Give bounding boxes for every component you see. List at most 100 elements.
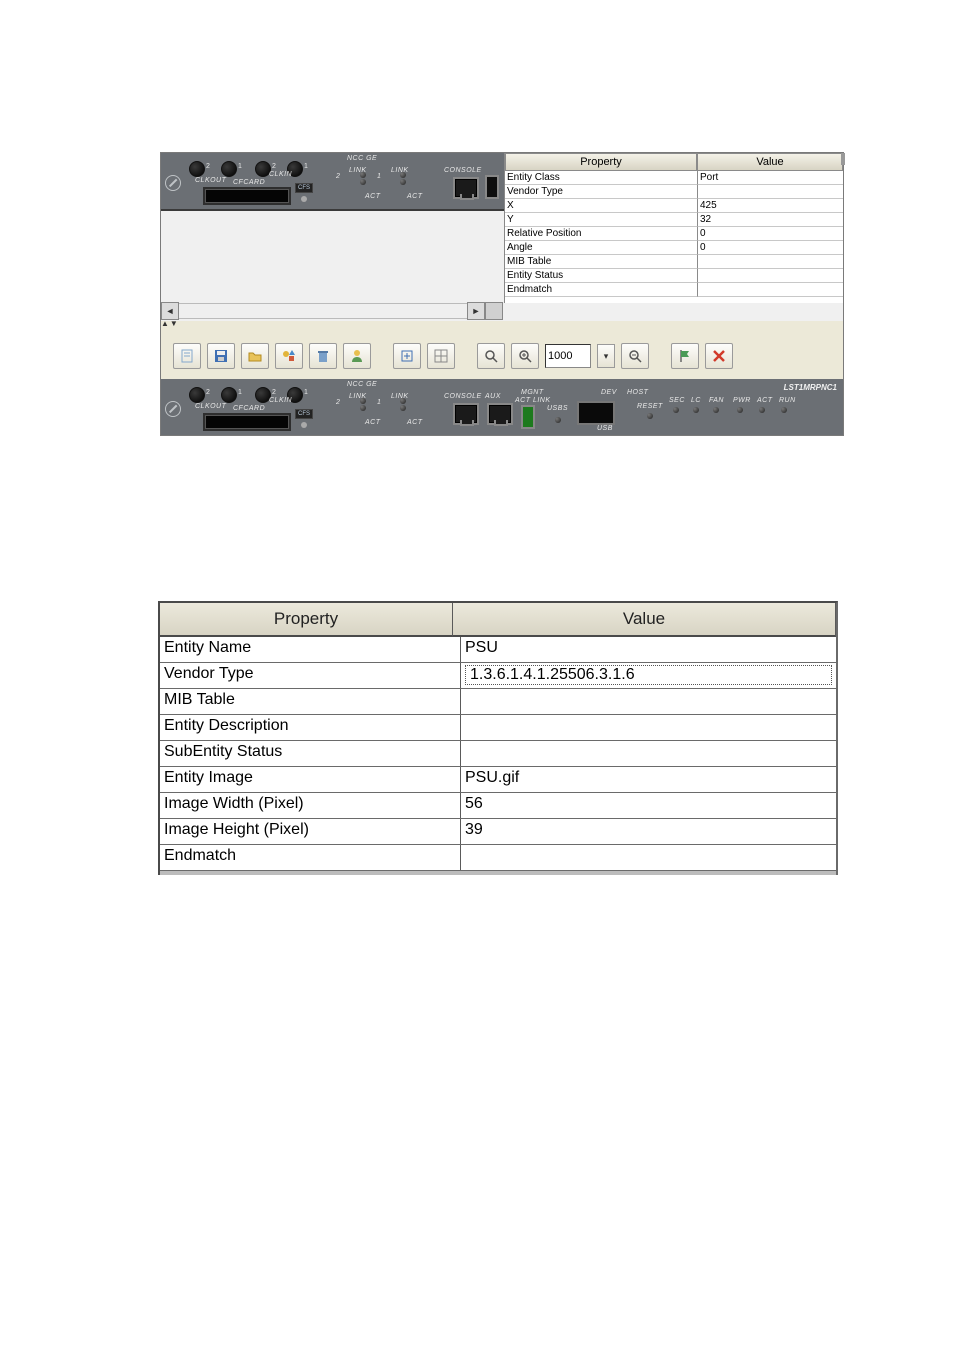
value-cell[interactable] bbox=[698, 185, 843, 199]
prop-cell: Image Height (Pixel) bbox=[160, 819, 461, 844]
prop-cell: Vendor Type bbox=[160, 663, 461, 688]
value-cell[interactable]: 425 bbox=[698, 199, 843, 213]
console-port-b bbox=[453, 403, 479, 425]
aux-port-edge bbox=[485, 175, 499, 199]
aux-port-b bbox=[487, 403, 513, 425]
zoom-input[interactable] bbox=[545, 344, 591, 368]
led-run bbox=[781, 407, 787, 413]
magnify-button[interactable] bbox=[477, 343, 505, 369]
col-header-property-b[interactable]: Property bbox=[160, 603, 453, 637]
led-sec bbox=[673, 407, 679, 413]
value-cell[interactable]: 39 bbox=[461, 819, 836, 844]
new-doc-button[interactable] bbox=[173, 343, 201, 369]
table-row[interactable]: Vendor Type1.3.6.1.4.1.25506.3.1.6 bbox=[160, 663, 836, 689]
col-header-value[interactable]: Value bbox=[697, 153, 843, 171]
table-row[interactable]: Entity ClassPort bbox=[505, 171, 843, 185]
prop-scroll-handle[interactable] bbox=[841, 153, 845, 165]
nccge-label-b: NCC GE bbox=[347, 381, 377, 388]
knob-2a: 2 bbox=[189, 161, 205, 177]
value-cell[interactable]: PSU bbox=[461, 637, 836, 662]
value-cell[interactable] bbox=[461, 689, 836, 714]
port1-label: 1 bbox=[377, 173, 381, 180]
link-label-2: LINK bbox=[349, 167, 367, 174]
knob-2a-b: 2 bbox=[189, 387, 205, 403]
prop-cell: Relative Position bbox=[505, 227, 698, 241]
value-cell[interactable] bbox=[698, 255, 843, 269]
cfs-indicator-b: CFS bbox=[295, 409, 313, 429]
table-row[interactable]: Entity NamePSU bbox=[160, 637, 836, 663]
port2-label-b: 2 bbox=[336, 399, 340, 406]
prop-cell: MIB Table bbox=[160, 689, 461, 714]
dev-port bbox=[577, 401, 615, 425]
scroll-splitter[interactable] bbox=[485, 302, 503, 320]
value-cell[interactable] bbox=[698, 283, 843, 297]
table-row[interactable]: X425 bbox=[505, 199, 843, 213]
zoom-in-button[interactable] bbox=[511, 343, 539, 369]
value-cell[interactable] bbox=[461, 845, 836, 870]
aux-label-b: AUX bbox=[485, 393, 501, 400]
link-label-2-b: LINK bbox=[349, 393, 367, 400]
zoom-dropdown[interactable]: ▾ bbox=[597, 344, 615, 368]
cfcard-label: CFCARD bbox=[233, 179, 265, 186]
value-cell[interactable]: 56 bbox=[461, 793, 836, 818]
table-row[interactable]: Entity Description bbox=[160, 715, 836, 741]
cfcard-slot bbox=[203, 187, 291, 205]
table-row[interactable]: Image Width (Pixel)56 bbox=[160, 793, 836, 819]
prop-cell: Entity Status bbox=[505, 269, 698, 283]
folder-button[interactable] bbox=[241, 343, 269, 369]
led-act bbox=[759, 407, 765, 413]
table-row[interactable]: Endmatch bbox=[505, 283, 843, 297]
reset-label: RESET bbox=[637, 403, 663, 410]
scroll-left-button[interactable]: ◄ bbox=[161, 302, 179, 320]
value-cell[interactable] bbox=[698, 269, 843, 283]
table-row[interactable]: Endmatch bbox=[160, 845, 836, 871]
port2-label: 2 bbox=[336, 173, 340, 180]
table-row[interactable]: Image Height (Pixel)39 bbox=[160, 819, 836, 845]
act-label-1: ACT bbox=[407, 193, 423, 200]
clkin-label-b: CLKIN bbox=[269, 397, 292, 404]
flag-button[interactable] bbox=[671, 343, 699, 369]
clkout-label: CLKOUT bbox=[195, 177, 226, 184]
sash-handle[interactable]: ▲▼ bbox=[161, 319, 181, 329]
user-button[interactable] bbox=[343, 343, 371, 369]
table-row[interactable]: Y32 bbox=[505, 213, 843, 227]
table-row[interactable]: MIB Table bbox=[505, 255, 843, 269]
grid-button[interactable] bbox=[427, 343, 455, 369]
save-button[interactable] bbox=[207, 343, 235, 369]
scroll-track[interactable] bbox=[179, 303, 467, 319]
table-row[interactable]: Relative Position0 bbox=[505, 227, 843, 241]
close-button[interactable] bbox=[705, 343, 733, 369]
cfcard-slot-b bbox=[203, 413, 291, 431]
delete-button[interactable] bbox=[309, 343, 337, 369]
value-cell[interactable]: 32 bbox=[698, 213, 843, 227]
value-cell[interactable]: 1.3.6.1.4.1.25506.3.1.6 bbox=[461, 663, 836, 688]
reset-led bbox=[647, 413, 653, 419]
table-row[interactable]: MIB Table bbox=[160, 689, 836, 715]
value-cell[interactable]: Port bbox=[698, 171, 843, 185]
table-row[interactable]: Entity Status bbox=[505, 269, 843, 283]
prop-cell: Entity Class bbox=[505, 171, 698, 185]
fit-button[interactable] bbox=[393, 343, 421, 369]
prop-cell: Y bbox=[505, 213, 698, 227]
table-row[interactable]: Entity ImagePSU.gif bbox=[160, 767, 836, 793]
cfcard-label-b: CFCARD bbox=[233, 405, 265, 412]
col-header-value-b[interactable]: Value bbox=[453, 603, 836, 637]
value-cell[interactable]: 0 bbox=[698, 241, 843, 255]
scroll-right-button[interactable]: ► bbox=[467, 302, 485, 320]
prop-cell: Entity Description bbox=[160, 715, 461, 740]
table-row[interactable]: SubEntity Status bbox=[160, 741, 836, 767]
product-model-label: LST1MRPNC1 bbox=[784, 383, 837, 392]
zoom-out-button[interactable] bbox=[621, 343, 649, 369]
value-cell[interactable]: PSU.gif bbox=[461, 767, 836, 792]
value-cell[interactable] bbox=[461, 741, 836, 766]
prop-cell: Vendor Type bbox=[505, 185, 698, 199]
value-cell[interactable] bbox=[461, 715, 836, 740]
console-label-top: CONSOLE bbox=[444, 167, 482, 174]
table-row[interactable]: Vendor Type bbox=[505, 185, 843, 199]
shapes-button[interactable] bbox=[275, 343, 303, 369]
horizontal-scrollbar[interactable]: ◄ ► bbox=[161, 303, 503, 319]
status-pwr: PWR bbox=[733, 397, 751, 404]
col-header-property[interactable]: Property bbox=[505, 153, 697, 171]
table-row[interactable]: Angle0 bbox=[505, 241, 843, 255]
value-cell[interactable]: 0 bbox=[698, 227, 843, 241]
